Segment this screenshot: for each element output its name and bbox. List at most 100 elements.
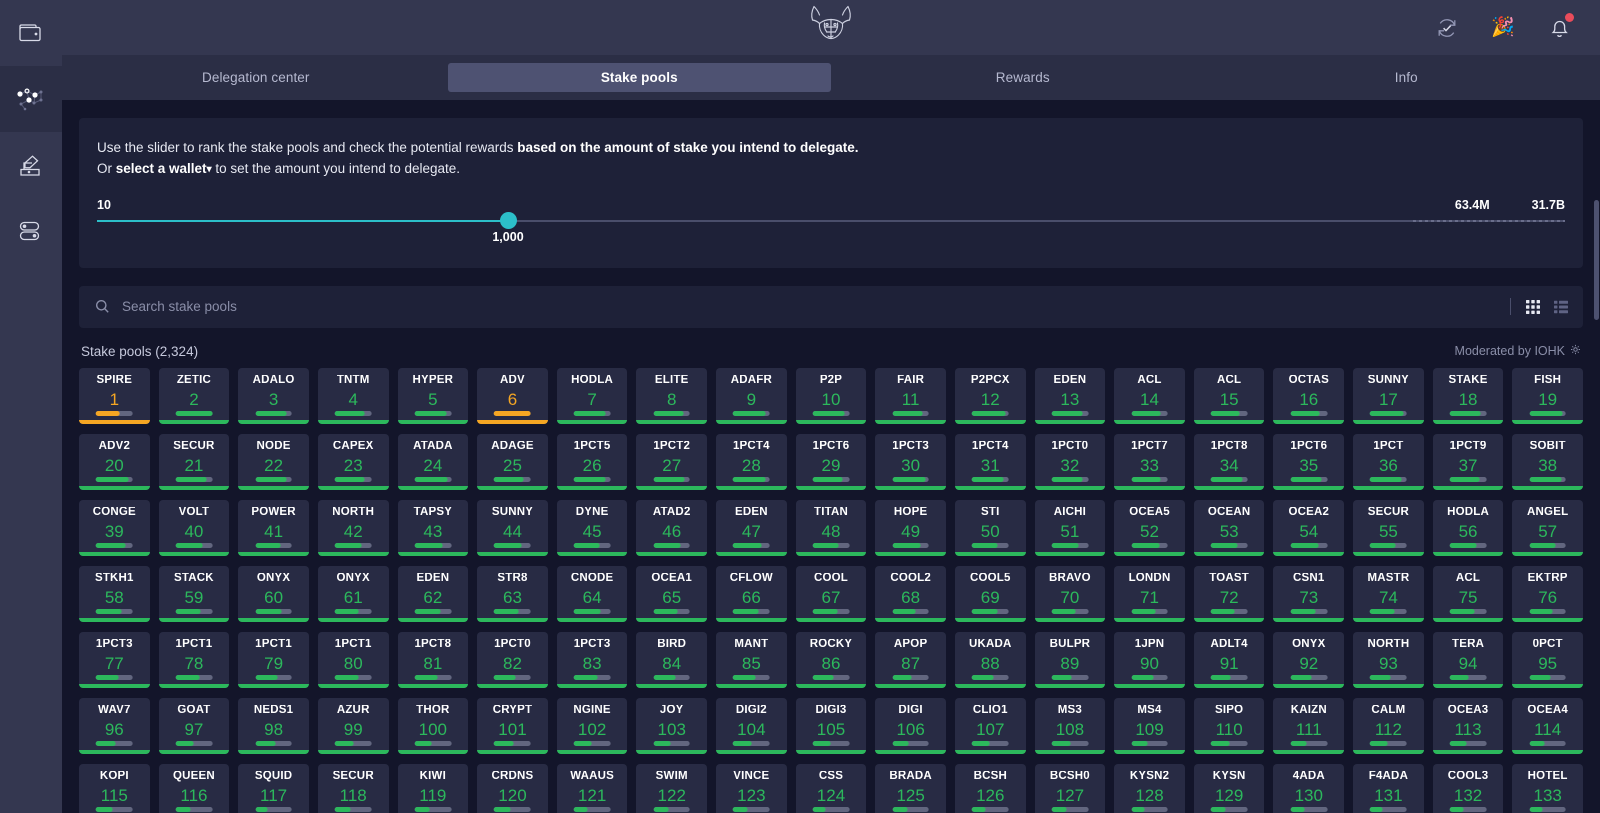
stake-pool-tile[interactable]: 1PCT6 35 [1273,433,1345,490]
content-scrollbar[interactable] [1594,100,1599,813]
stake-pool-tile[interactable]: ONYX 92 [1273,631,1345,688]
stake-pool-tile[interactable]: DIGI 106 [875,697,946,754]
stake-pool-tile[interactable]: 1PCT1 79 [238,631,309,688]
stake-pool-tile[interactable]: STR8 63 [477,565,548,622]
tab-stake-pools[interactable]: Stake pools [447,63,831,92]
stake-pool-tile[interactable]: HOPE 49 [875,499,946,556]
stake-pool-tile[interactable]: 1PCT2 27 [636,433,708,490]
stake-pool-tile[interactable]: NODE 22 [238,433,309,490]
stake-pool-tile[interactable]: ACL 14 [1114,367,1185,424]
stake-pool-tile[interactable]: AICHI 51 [1034,499,1106,556]
stake-pool-tile[interactable]: CRDNS 120 [477,763,548,813]
stake-pool-tile[interactable]: STACK 59 [158,565,230,622]
stake-pool-tile[interactable]: 1PCT8 34 [1193,433,1265,490]
stake-pool-tile[interactable]: 1PCT3 83 [556,631,628,688]
slider-thumb[interactable] [500,211,517,229]
stake-pool-tile[interactable]: UKADA 88 [954,631,1026,688]
sidebar-item-voting[interactable] [0,132,62,198]
stake-pool-tile[interactable]: TITAN 48 [795,499,867,556]
stake-pool-tile[interactable]: EKTRP 76 [1512,565,1583,622]
sidebar-item-wallet[interactable] [0,0,62,66]
stake-pool-tile[interactable]: OCEAN 53 [1193,499,1265,556]
stake-pool-tile[interactable]: CSN1 73 [1273,565,1345,622]
stake-pool-tile[interactable]: DYNE 45 [556,499,628,556]
stake-pool-tile[interactable]: VOLT 40 [158,499,230,556]
notifications-bell-icon[interactable] [1546,12,1574,41]
stake-pool-tile[interactable]: EDEN 13 [1034,367,1106,424]
stake-pool-tile[interactable]: OCEA4 114 [1512,697,1583,754]
tab-rewards[interactable]: Rewards [831,63,1215,92]
stake-pool-tile[interactable]: FAIR 11 [875,367,946,424]
stake-pool-tile[interactable]: POWER 41 [238,499,309,556]
stake-pool-tile[interactable]: GOAT 97 [158,697,230,754]
stake-pool-tile[interactable]: CONGE 39 [79,499,150,556]
sidebar-item-settings[interactable] [0,198,62,264]
sync-status-icon[interactable] [1434,15,1460,41]
stake-pool-tile[interactable]: VINCE 123 [716,763,787,813]
stake-pool-tile[interactable]: P2P 10 [795,367,867,424]
stake-pool-tile[interactable]: OCTAS 16 [1273,367,1345,424]
stake-pool-tile[interactable]: BULPR 89 [1034,631,1106,688]
stake-pool-tile[interactable]: SUNNY 17 [1353,367,1424,424]
stake-pool-tile[interactable]: ADLT4 91 [1193,631,1265,688]
stake-pool-tile[interactable]: CAPEX 23 [317,433,389,490]
stake-pool-tile[interactable]: EDEN 47 [716,499,787,556]
stake-pool-tile[interactable]: MASTR 74 [1353,565,1424,622]
stake-pool-tile[interactable]: TERA 94 [1432,631,1504,688]
stake-pool-tile[interactable]: WAV7 96 [79,697,150,754]
stake-pool-tile[interactable]: ELITE 8 [636,367,708,424]
stake-pool-tile[interactable]: 1PCT0 32 [1034,433,1106,490]
stake-pool-tile[interactable]: SOBIT 38 [1512,433,1583,490]
stake-pool-tile[interactable]: F4ADA 131 [1353,763,1424,813]
stake-pool-tile[interactable]: TNTM 4 [317,367,389,424]
stake-pool-tile[interactable]: QUEEN 116 [158,763,230,813]
stake-pool-tile[interactable]: CLIO1 107 [954,697,1026,754]
stake-pool-tile[interactable]: ADALO 3 [238,367,309,424]
stake-pool-tile[interactable]: 1PCT4 31 [954,433,1026,490]
stake-pool-tile[interactable]: 1PCT8 81 [397,631,469,688]
search-input[interactable] [122,299,1502,315]
sidebar-item-delegation[interactable] [0,66,62,132]
stake-pool-tile[interactable]: 1PCT5 26 [556,433,628,490]
stake-pool-tile[interactable]: BCSH 126 [954,763,1026,813]
stake-pool-tile[interactable]: NEDS1 98 [238,697,309,754]
stake-pool-tile[interactable]: 1PCT1 78 [158,631,230,688]
stake-pool-tile[interactable]: WAAUS 121 [556,763,628,813]
stake-pool-tile[interactable]: ROCKY 86 [795,631,867,688]
stake-pool-tile[interactable]: 0PCT 95 [1512,631,1583,688]
stake-pool-tile[interactable]: CSS 124 [795,763,867,813]
stake-pool-tile[interactable]: COOL 67 [795,565,867,622]
stake-slider[interactable]: 10 63.4M 31.7B 1,000 [97,198,1565,246]
stake-pool-tile[interactable]: NGINE 102 [556,697,628,754]
stake-pool-tile[interactable]: KAIZN 111 [1273,697,1345,754]
stake-pool-tile[interactable]: P2PCX 12 [954,367,1026,424]
stake-pool-tile[interactable]: STI 50 [954,499,1026,556]
stake-pool-tile[interactable]: OCEA2 54 [1273,499,1345,556]
stake-pool-tile[interactable]: OCEA3 113 [1432,697,1504,754]
stake-pool-tile[interactable]: TOAST 72 [1193,565,1265,622]
stake-pool-tile[interactable]: 1PCT0 82 [477,631,548,688]
celebration-icon[interactable]: 🎉 [1490,15,1516,41]
stake-pool-tile[interactable]: 1PCT9 37 [1432,433,1504,490]
stake-pool-tile[interactable]: ZETIC 2 [158,367,230,424]
stake-pool-tile[interactable]: CRYPT 101 [477,697,548,754]
stake-pool-tile[interactable]: SWIM 122 [636,763,708,813]
stake-pool-tile[interactable]: CNODE 64 [556,565,628,622]
stake-pool-tile[interactable]: KYSN 129 [1193,763,1265,813]
select-wallet-link[interactable]: select a wallet▾ [116,161,212,176]
stake-pool-tile[interactable]: NORTH 42 [317,499,389,556]
stake-pool-tile[interactable]: ADAFR 9 [716,367,787,424]
stake-pool-tile[interactable]: DIGI2 104 [716,697,787,754]
stake-pool-tile[interactable]: 1PCT6 29 [795,433,867,490]
stake-pool-tile[interactable]: THOR 100 [397,697,469,754]
stake-pool-tile[interactable]: ONYX 61 [317,565,389,622]
stake-pool-tile[interactable]: MS4 109 [1114,697,1185,754]
stake-pool-tile[interactable]: ACL 15 [1193,367,1265,424]
stake-pool-tile[interactable]: COOL3 132 [1432,763,1504,813]
stake-pool-tile[interactable]: SPIRE 1 [79,367,150,424]
stake-pool-tile[interactable]: ONYX 60 [238,565,309,622]
stake-pool-tile[interactable]: 1PCT 36 [1353,433,1424,490]
stake-pool-tile[interactable]: DIGI3 105 [795,697,867,754]
stake-pool-tile[interactable]: MANT 85 [716,631,787,688]
stake-pool-tile[interactable]: BRAVO 70 [1034,565,1106,622]
